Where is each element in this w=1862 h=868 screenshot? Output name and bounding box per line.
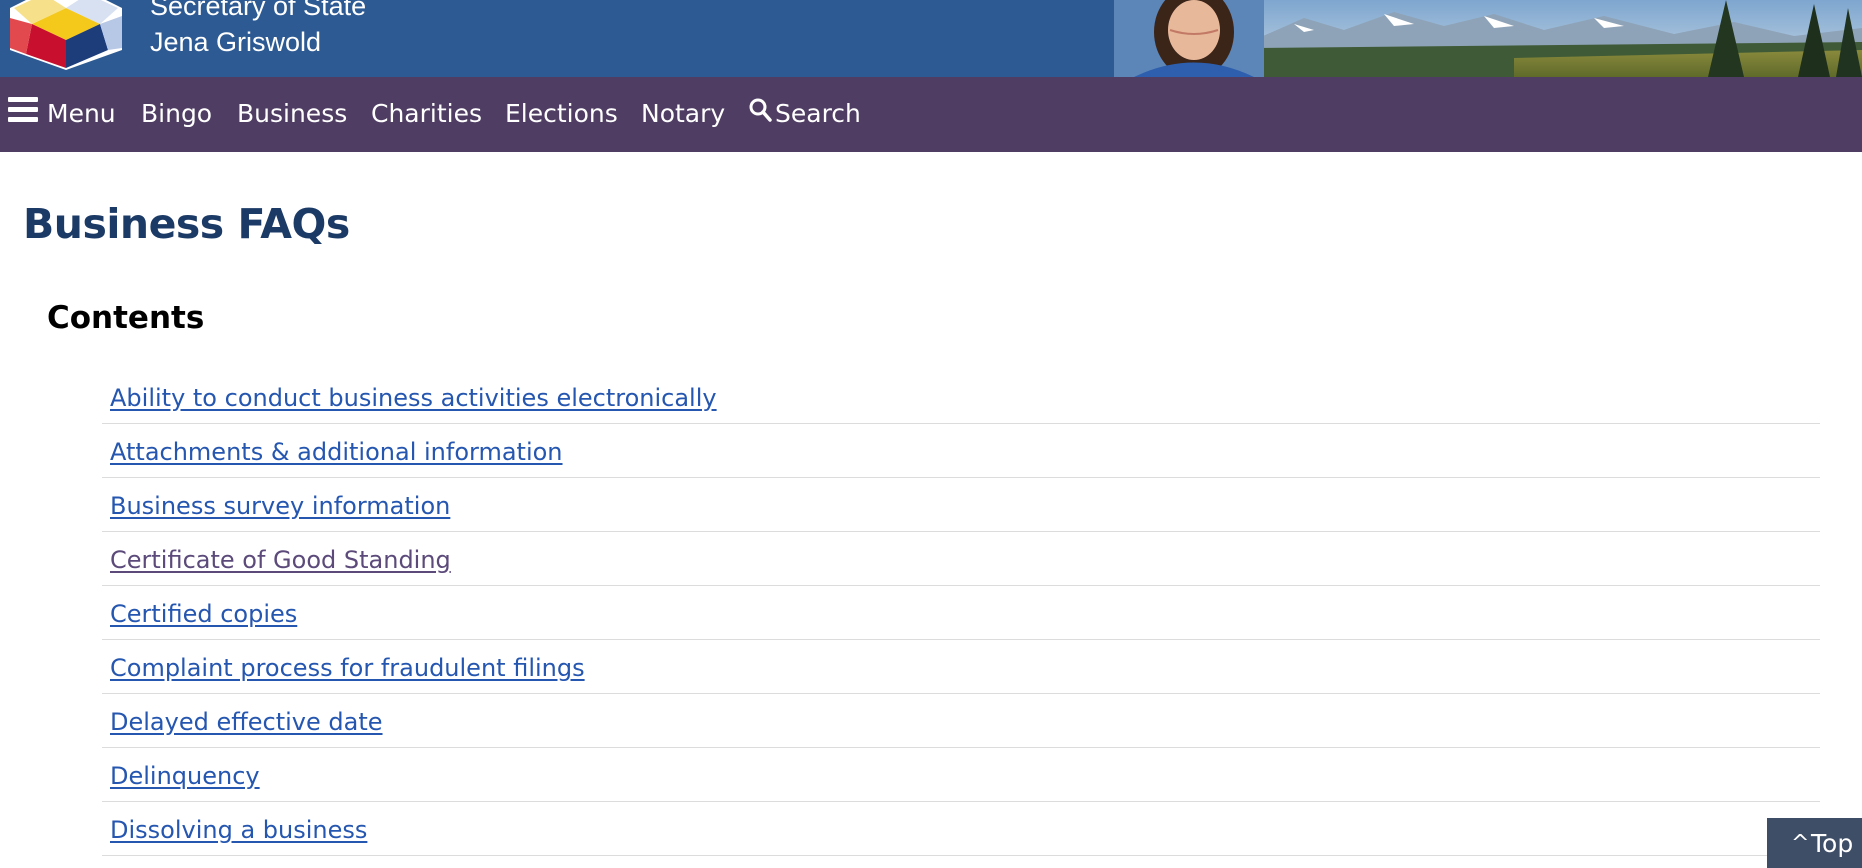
faq-link[interactable]: Complaint process for fraudulent filings (110, 653, 585, 683)
faq-link[interactable]: Dissolving a business (110, 815, 367, 845)
menu-icon[interactable] (8, 97, 38, 123)
list-item: Attachments & additional information (102, 424, 1820, 478)
nav-search[interactable]: Search (775, 96, 861, 132)
nav-elections[interactable]: Elections (505, 96, 618, 132)
page-title: Business FAQs (23, 200, 350, 248)
list-item: Delayed effective date (102, 694, 1820, 748)
agency-name: Secretary of State (150, 0, 367, 21)
site-header: Secretary of State Jena Griswold (0, 0, 1862, 77)
faq-link[interactable]: Attachments & additional information (110, 437, 563, 467)
official-name: Jena Griswold (150, 27, 322, 57)
list-item: Delinquency (102, 748, 1820, 802)
nav-menu[interactable]: Menu (47, 96, 116, 132)
contents-heading: Contents (47, 300, 205, 336)
caret-up-icon: ^ (1791, 830, 1810, 856)
faq-link[interactable]: Ability to conduct business activities e… (110, 383, 717, 413)
nav-charities[interactable]: Charities (371, 96, 482, 132)
header-banner-image (1114, 0, 1862, 77)
nav-bingo[interactable]: Bingo (141, 96, 212, 132)
faq-link[interactable]: Delayed effective date (110, 707, 383, 737)
list-item: Certificate of Good Standing (102, 532, 1820, 586)
nav-business[interactable]: Business (237, 96, 347, 132)
nav-notary[interactable]: Notary (641, 96, 725, 132)
search-icon[interactable] (748, 97, 772, 123)
faq-link[interactable]: Delinquency (110, 761, 260, 791)
faq-link[interactable]: Certified copies (110, 599, 297, 629)
list-item: Ability to conduct business activities e… (102, 370, 1820, 424)
list-item: Business survey information (102, 478, 1820, 532)
main-nav: Menu Bingo Business Charities Elections … (0, 77, 1862, 152)
back-to-top-button[interactable]: ^Top (1767, 818, 1862, 868)
faq-link[interactable]: Certificate of Good Standing (110, 545, 451, 575)
colorado-logo[interactable] (4, 0, 128, 70)
faq-link[interactable]: Business survey information (110, 491, 450, 521)
list-item: Certified copies (102, 586, 1820, 640)
list-item: Dissolving a business (102, 802, 1820, 856)
list-item: Complaint process for fraudulent filings (102, 640, 1820, 694)
top-button-label: Top (1811, 828, 1854, 858)
faq-contents-list: Ability to conduct business activities e… (102, 370, 1820, 856)
